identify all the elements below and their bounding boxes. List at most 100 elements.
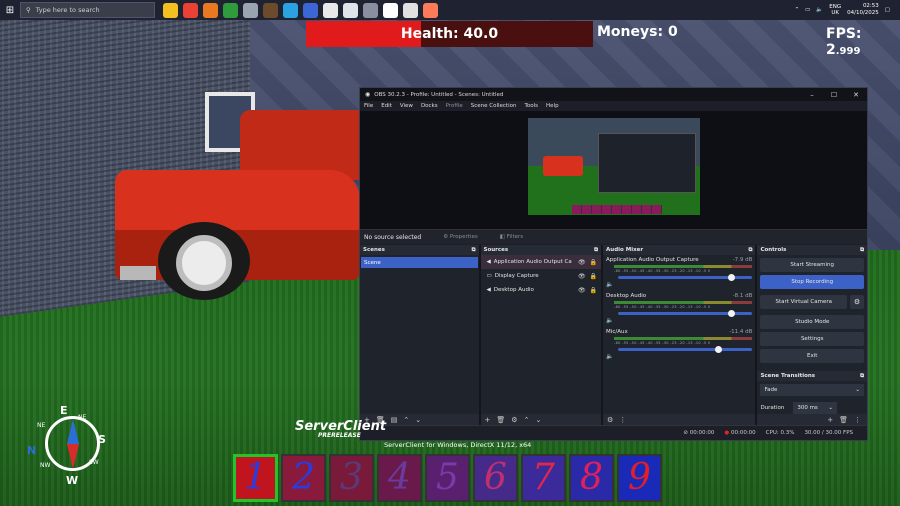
menu-scene-collection[interactable]: Scene Collection bbox=[471, 103, 517, 109]
start-streaming-button[interactable]: Start Streaming bbox=[760, 258, 864, 272]
move-up-icon[interactable]: ⌃ bbox=[524, 416, 530, 424]
speaker-icon[interactable]: 🔈 bbox=[606, 317, 613, 324]
undock-icon[interactable]: ⧉ bbox=[860, 247, 864, 254]
hotbar-slot[interactable]: 3 bbox=[329, 454, 374, 502]
hotbar-slot[interactable]: 7 bbox=[521, 454, 566, 502]
source-item[interactable]: ◀ Application Audio Output Ca 👁 🔒 bbox=[480, 255, 602, 269]
taskbar-app-icon[interactable] bbox=[163, 2, 178, 18]
exit-button[interactable]: Exit bbox=[760, 349, 864, 363]
obs-title-bar: ◉ OBS 30.2.3 - Profile: Untitled - Scene… bbox=[360, 88, 867, 101]
hotbar-slot[interactable]: 6 bbox=[473, 454, 518, 502]
add-icon[interactable]: + bbox=[485, 416, 491, 424]
more-options-icon[interactable]: ⋮ bbox=[619, 416, 626, 424]
filters-button[interactable]: ◧ Filters bbox=[500, 234, 523, 240]
taskbar-app-icon[interactable] bbox=[283, 2, 298, 18]
studio-mode-button[interactable]: Studio Mode bbox=[760, 315, 864, 329]
pinned-apps bbox=[163, 2, 438, 18]
move-up-icon[interactable]: ⌃ bbox=[403, 416, 409, 424]
trash-icon[interactable]: 🗑 bbox=[496, 416, 505, 424]
source-item[interactable]: ◀ Desktop Audio 👁 🔒 bbox=[481, 283, 602, 297]
menu-tools[interactable]: Tools bbox=[524, 103, 538, 109]
stop-recording-button[interactable]: Stop Recording bbox=[760, 275, 864, 289]
undock-icon[interactable]: ⧉ bbox=[860, 373, 864, 380]
taskbar-app-icon[interactable] bbox=[243, 2, 258, 18]
taskbar-app-icon[interactable] bbox=[423, 2, 438, 18]
taskbar-search-box[interactable]: ⚲ Type here to search bbox=[20, 2, 155, 18]
filter-icon[interactable]: ▤ bbox=[391, 416, 398, 424]
settings-button[interactable]: Settings bbox=[760, 332, 864, 346]
muted-speaker-icon[interactable]: 🔈 bbox=[606, 281, 613, 288]
taskbar-app-icon[interactable] bbox=[303, 2, 318, 18]
hotbar-slot[interactable]: 5 bbox=[425, 454, 470, 502]
menu-file[interactable]: File bbox=[364, 103, 373, 109]
menu-view[interactable]: View bbox=[400, 103, 413, 109]
minimize-button[interactable]: – bbox=[801, 91, 823, 99]
scenes-dock: Scenes ⧉ Scene + 🗑 ▤ ⌃ ⌄ bbox=[360, 245, 479, 426]
hotbar-slot[interactable]: 8 bbox=[569, 454, 614, 502]
slider-knob[interactable] bbox=[714, 346, 722, 353]
taskbar-app-icon[interactable] bbox=[223, 2, 238, 18]
menu-edit[interactable]: Edit bbox=[381, 103, 392, 109]
eye-icon[interactable]: 👁 bbox=[578, 259, 586, 266]
volume-slider[interactable] bbox=[618, 310, 753, 317]
start-button[interactable]: ⊞ bbox=[0, 0, 20, 20]
add-icon[interactable]: + bbox=[827, 416, 833, 424]
hotbar-slot[interactable]: 2 bbox=[281, 454, 326, 502]
hotbar-slot[interactable]: 4 bbox=[377, 454, 422, 502]
undock-icon[interactable]: ⧉ bbox=[594, 247, 598, 254]
move-down-icon[interactable]: ⌄ bbox=[535, 416, 541, 424]
undock-icon[interactable]: ⧉ bbox=[472, 247, 476, 254]
trash-icon[interactable]: 🗑 bbox=[839, 416, 848, 424]
taskbar-app-icon[interactable] bbox=[363, 2, 378, 18]
hotbar-slot-label: 3 bbox=[340, 457, 363, 498]
volume-slider[interactable] bbox=[618, 346, 753, 353]
hotbar-slot[interactable]: 9 bbox=[617, 454, 662, 502]
volume-slider[interactable] bbox=[618, 274, 753, 281]
menu-profile[interactable]: Profile bbox=[446, 103, 463, 109]
duration-spinbox[interactable]: 300 ms ⌄ bbox=[793, 402, 837, 414]
close-button[interactable]: ✕ bbox=[845, 91, 867, 99]
more-options-icon[interactable]: ⋮ bbox=[854, 416, 861, 424]
taskbar-app-icon[interactable] bbox=[403, 2, 418, 18]
language-indicator[interactable]: ENG UK bbox=[829, 4, 841, 16]
taskbar-app-icon[interactable] bbox=[383, 2, 398, 18]
scene-item[interactable]: Scene bbox=[361, 257, 478, 268]
virtual-camera-settings-gear-icon[interactable]: ⚙ bbox=[850, 295, 864, 309]
hotbar-slot-label: 1 bbox=[244, 457, 267, 498]
volume-icon[interactable]: 🔈 bbox=[816, 7, 823, 13]
eye-icon[interactable]: 👁 bbox=[578, 273, 586, 280]
notification-icon[interactable]: ▢ bbox=[885, 7, 890, 13]
menu-help[interactable]: Help bbox=[546, 103, 559, 109]
start-virtual-camera-button[interactable]: Start Virtual Camera bbox=[760, 295, 847, 309]
taskbar-app-icon[interactable] bbox=[183, 2, 198, 18]
menu-docks[interactable]: Docks bbox=[421, 103, 438, 109]
slider-knob[interactable] bbox=[728, 310, 736, 317]
clock[interactable]: 02:53 04/10/2025 bbox=[847, 3, 879, 17]
transition-select[interactable]: Fade ⌄ bbox=[760, 384, 864, 396]
window-title: OBS 30.2.3 - Profile: Untitled - Scenes:… bbox=[374, 91, 504, 98]
network-icon[interactable]: ▭ bbox=[805, 7, 810, 13]
chevron-up-icon[interactable]: ⌃ bbox=[795, 7, 800, 13]
taskbar-app-icon[interactable] bbox=[203, 2, 218, 18]
slider-knob[interactable] bbox=[728, 274, 736, 281]
muted-speaker-icon[interactable]: 🔈 bbox=[606, 353, 613, 360]
hotbar-slot[interactable]: 1 bbox=[233, 454, 278, 502]
taskbar-app-icon[interactable] bbox=[263, 2, 278, 18]
lock-icon[interactable]: 🔒 bbox=[590, 259, 597, 266]
lock-icon[interactable]: 🔒 bbox=[590, 273, 597, 280]
preview-canvas[interactable] bbox=[528, 118, 700, 215]
maximize-button[interactable]: ☐ bbox=[823, 91, 845, 99]
undock-icon[interactable]: ⧉ bbox=[749, 247, 753, 254]
advanced-audio-icon[interactable]: ⚙ bbox=[607, 416, 613, 424]
mixer-channel: Desktop Audio -8.1 dB -60 -55 -50 -45 -4… bbox=[603, 291, 755, 327]
gear-icon[interactable]: ⚙ bbox=[511, 416, 517, 424]
lock-icon[interactable]: 🔒 bbox=[590, 287, 597, 294]
taskbar-app-icon[interactable] bbox=[323, 2, 338, 18]
source-item[interactable]: ▭ Display Capture 👁 🔒 bbox=[481, 269, 602, 283]
move-down-icon[interactable]: ⌄ bbox=[415, 416, 421, 424]
properties-button[interactable]: ⚙ Properties bbox=[443, 234, 477, 240]
scene-transitions-header: Scene Transitions ⧉ bbox=[757, 371, 867, 381]
taskbar-app-icon[interactable] bbox=[343, 2, 358, 18]
eye-icon[interactable]: 👁 bbox=[578, 287, 586, 294]
compass-w: W bbox=[66, 474, 79, 487]
